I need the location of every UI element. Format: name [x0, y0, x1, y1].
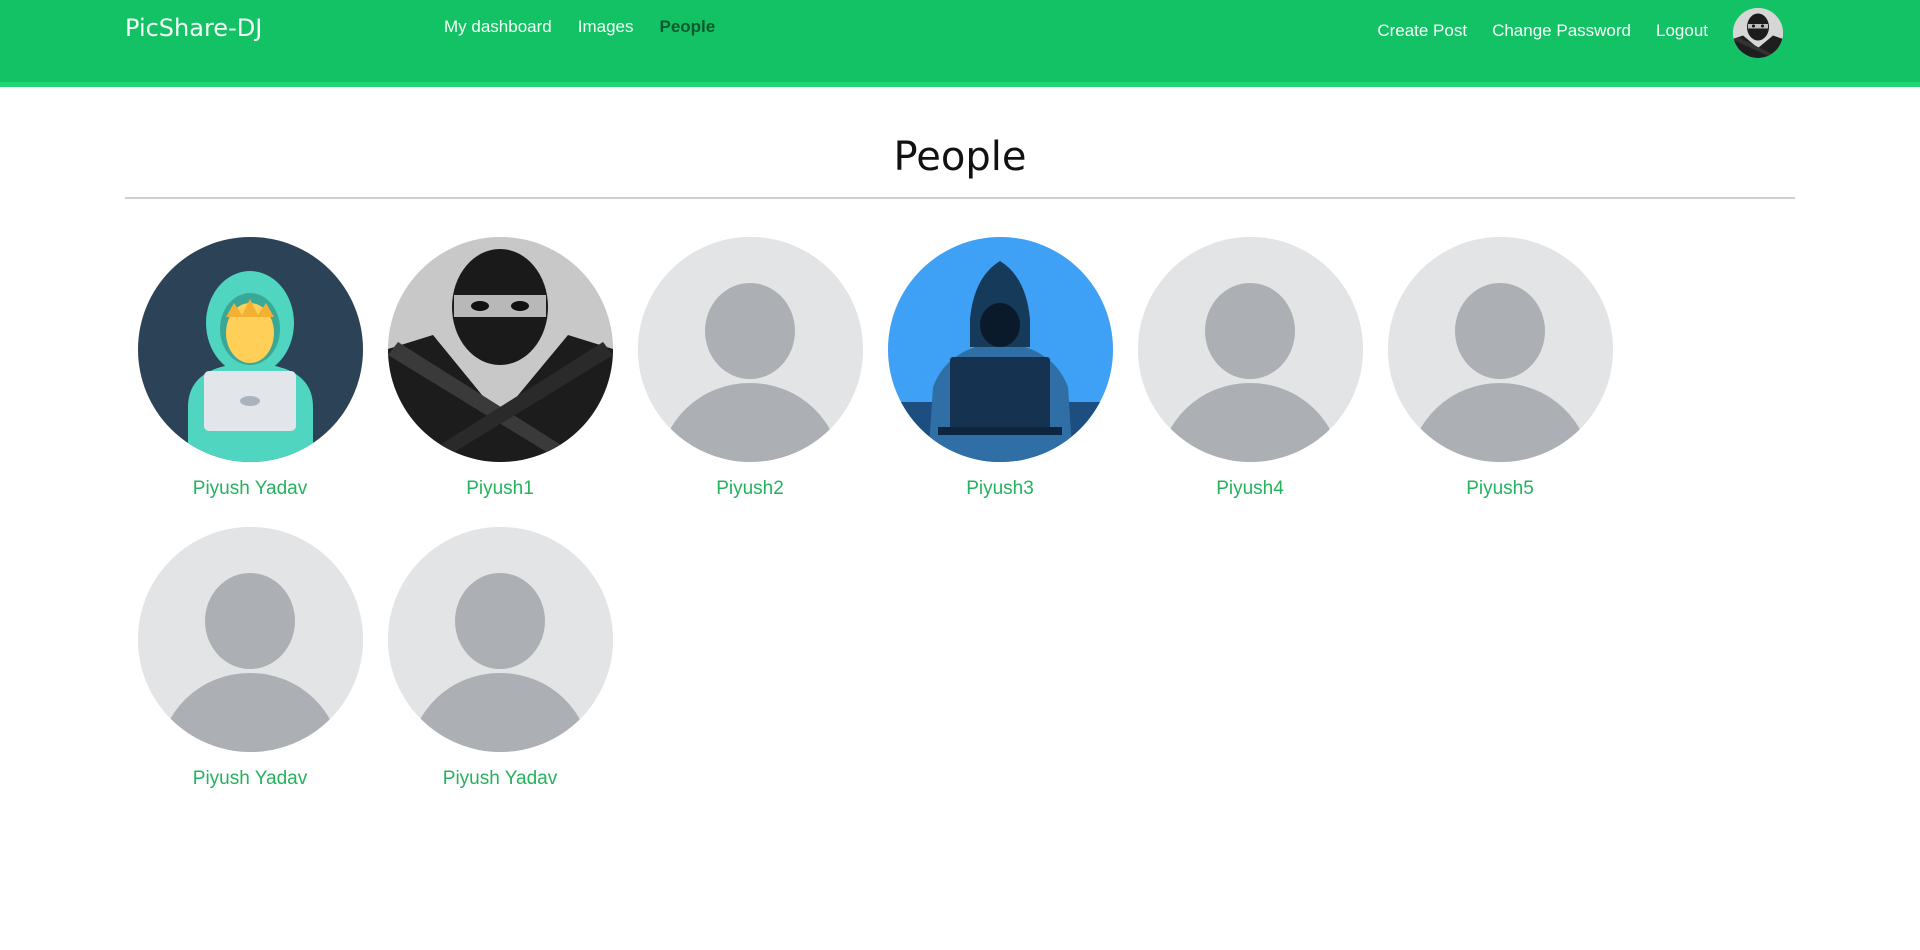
divider — [125, 197, 1795, 199]
people-grid: Piyush Yadav Piyush1 Piyush2 Piyush3 Piy… — [125, 237, 1795, 817]
default-user-avatar-icon — [1137, 237, 1363, 462]
person-name-link[interactable]: Piyush4 — [1125, 478, 1375, 500]
change-password-link[interactable]: Change Password — [1492, 21, 1631, 41]
person-card: Piyush Yadav — [375, 527, 625, 817]
default-user-avatar-icon — [1387, 237, 1613, 462]
default-user-avatar-icon — [387, 527, 613, 752]
person-name-link[interactable]: Piyush5 — [1375, 478, 1625, 500]
ninja-avatar-icon — [1733, 8, 1783, 58]
page-title: People — [893, 134, 1027, 180]
person-avatar[interactable] — [137, 527, 363, 752]
person-card: Piyush1 — [375, 237, 625, 527]
person-card: Piyush2 — [625, 237, 875, 527]
person-avatar[interactable] — [1137, 237, 1363, 462]
default-user-avatar-icon — [137, 527, 363, 752]
person-name-link[interactable]: Piyush Yadav — [125, 478, 375, 500]
person-card: Piyush5 — [1375, 237, 1625, 527]
profile-avatar[interactable] — [1733, 8, 1783, 58]
brand-link[interactable]: PicShare-DJ — [125, 14, 262, 42]
person-name-link[interactable]: Piyush Yadav — [125, 768, 375, 790]
logout-link[interactable]: Logout — [1656, 21, 1708, 41]
hooded-hacker-laptop-icon — [887, 237, 1113, 462]
nav-people[interactable]: People — [659, 17, 715, 37]
person-name-link[interactable]: Piyush Yadav — [375, 768, 625, 790]
person-avatar[interactable] — [887, 237, 1113, 462]
default-user-avatar-icon — [637, 237, 863, 462]
person-avatar[interactable] — [387, 527, 613, 752]
primary-nav: My dashboard Images People — [444, 17, 741, 37]
person-card: Piyush Yadav — [125, 527, 375, 817]
person-name-link[interactable]: Piyush3 — [875, 478, 1125, 500]
person-avatar[interactable] — [1387, 237, 1613, 462]
nav-my-dashboard[interactable]: My dashboard — [444, 17, 552, 37]
person-card: Piyush Yadav — [125, 237, 375, 527]
create-post-link[interactable]: Create Post — [1377, 21, 1467, 41]
nav-images[interactable]: Images — [578, 17, 634, 37]
person-card: Piyush3 — [875, 237, 1125, 527]
ninja-avatar-icon — [387, 237, 613, 462]
account-nav: Create Post Change Password Logout — [1352, 21, 1708, 41]
person-avatar[interactable] — [637, 237, 863, 462]
hacker-hoodie-icon — [137, 237, 363, 462]
navbar: PicShare-DJ My dashboard Images People C… — [0, 0, 1920, 87]
person-name-link[interactable]: Piyush2 — [625, 478, 875, 500]
person-avatar[interactable] — [137, 237, 363, 462]
person-avatar[interactable] — [387, 237, 613, 462]
person-name-link[interactable]: Piyush1 — [375, 478, 625, 500]
person-card: Piyush4 — [1125, 237, 1375, 527]
